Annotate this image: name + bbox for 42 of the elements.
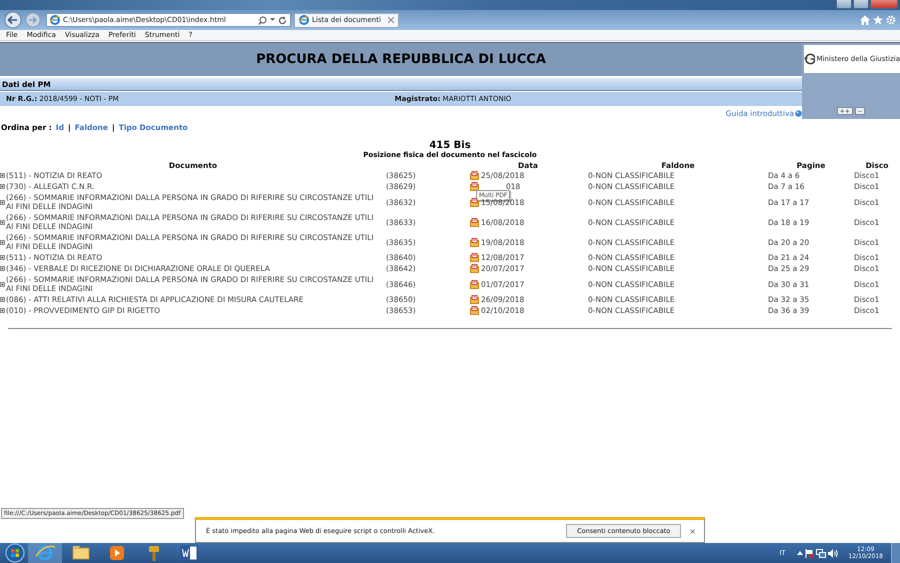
flag-icon[interactable] bbox=[805, 548, 814, 558]
maximize-button[interactable] bbox=[853, 0, 869, 9]
pdf-icon[interactable] bbox=[470, 306, 479, 315]
pdf-icon[interactable] bbox=[470, 280, 479, 288]
speaker-icon[interactable] bbox=[828, 548, 838, 558]
browser-logo-icon bbox=[50, 15, 60, 25]
expand-icon[interactable] bbox=[0, 282, 5, 286]
back-icon[interactable] bbox=[4, 11, 22, 29]
start-icon[interactable] bbox=[4, 543, 26, 563]
close-icon[interactable] bbox=[388, 17, 394, 23]
pdf-icon[interactable] bbox=[470, 253, 479, 262]
expand-icon[interactable] bbox=[0, 173, 5, 178]
settings-icon[interactable] bbox=[886, 15, 896, 25]
pdf-icon[interactable] bbox=[470, 218, 479, 226]
expand-icon[interactable] bbox=[0, 200, 5, 204]
expand-icon[interactable] bbox=[0, 220, 5, 224]
pdf-icon[interactable] bbox=[470, 264, 479, 273]
expand-icon[interactable] bbox=[0, 308, 5, 313]
refresh-icon[interactable] bbox=[278, 16, 287, 24]
pdf-icon[interactable] bbox=[470, 238, 479, 246]
browser-icon[interactable] bbox=[28, 543, 62, 563]
browser-logo-icon bbox=[299, 15, 309, 25]
expand-icon[interactable] bbox=[0, 240, 5, 244]
minimize-button[interactable] bbox=[836, 0, 852, 9]
expand-icon[interactable] bbox=[0, 297, 5, 302]
dropdown-icon[interactable] bbox=[270, 18, 275, 22]
expand-icon[interactable] bbox=[0, 184, 5, 189]
pdf-icon[interactable] bbox=[470, 182, 479, 191]
pdf-icon[interactable] bbox=[470, 171, 479, 180]
network-icon[interactable] bbox=[816, 548, 826, 558]
pdf-icon[interactable] bbox=[470, 198, 479, 206]
tray-arrow-icon[interactable] bbox=[797, 551, 804, 555]
expand-icon[interactable] bbox=[0, 266, 5, 271]
close-button[interactable]: × bbox=[689, 526, 696, 536]
help-icon bbox=[795, 110, 802, 116]
page-title: PROCURA DELLA REPUBBLICA DI LUCCA bbox=[0, 42, 802, 76]
expand-icon[interactable] bbox=[0, 255, 5, 260]
search-icon[interactable] bbox=[258, 16, 267, 24]
pdf-icon[interactable] bbox=[470, 295, 479, 304]
home-icon[interactable] bbox=[860, 15, 870, 25]
star-icon[interactable] bbox=[873, 15, 883, 25]
dossier-title: 415 Bis bbox=[429, 140, 471, 151]
